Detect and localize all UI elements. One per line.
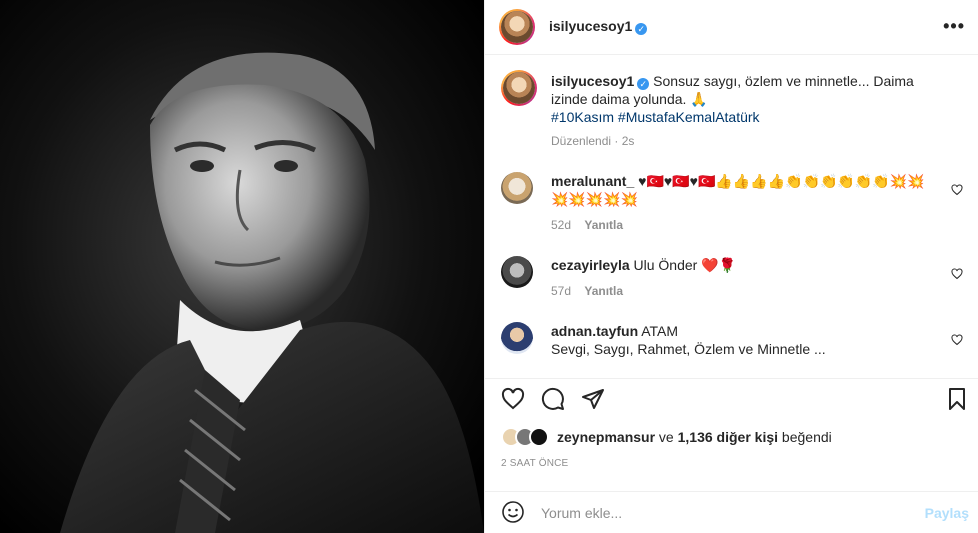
portrait-image [0,0,484,533]
comment-icon[interactable] [541,387,565,411]
comment-username[interactable]: cezayirleyla [551,257,630,273]
post-actions: zeynepmansur ve 1,136 diğer kişi beğendi… [485,378,978,478]
like-comment-heart-icon[interactable] [951,184,963,196]
commenter-avatar[interactable] [501,256,533,288]
likes-suffix: beğendi [778,429,832,445]
caption-avatar[interactable] [501,70,537,106]
reply-button[interactable]: Yanıtla [584,284,623,298]
comment-text-line2: Sevgi, Saygı, Rahmet, Özlem ve Minnetle … [551,341,826,357]
comment-input[interactable] [541,502,901,524]
emoji-icon[interactable] [501,500,525,524]
share-icon[interactable] [581,387,605,411]
likes-summary: zeynepmansur ve 1,136 diğer kişi beğendi [501,427,832,447]
liker-avatars[interactable] [501,427,551,447]
post-side-panel: isilyucesoy1 ✓ ••• isilyucesoy1 ✓ Sonsuz s… [484,0,978,533]
comment-age: 57d [551,284,572,298]
verified-badge-icon: ✓ [637,78,650,90]
liker-username[interactable]: zeynepmansur [557,429,655,445]
comment-text: Ulu Önder ❤️🌹 [633,257,737,273]
like-comment-heart-icon[interactable] [951,268,963,280]
commenter-avatar[interactable] [501,172,533,204]
reply-button[interactable]: Yanıtla [584,218,623,232]
caption-hashtags[interactable]: #10Kasım #MustafaKemalAtatürk [551,109,760,125]
comments-list: isilyucesoy1 ✓ Sonsuz saygı, özlem ve min… [485,56,978,378]
post-header: isilyucesoy1 ✓ ••• [485,0,978,55]
comment-username[interactable]: meralunant_ [551,173,634,189]
like-comment-heart-icon[interactable] [951,334,963,346]
comment-username[interactable]: adnan.tayfun [551,323,638,339]
more-options-icon[interactable]: ••• [943,16,965,37]
post-comment-button[interactable]: Paylaş [925,505,969,521]
heart-icon[interactable] [501,387,525,411]
likes-others[interactable]: 1,136 diğer kişi [678,429,778,445]
caption-edited: Düzenlendi · 2s [551,134,635,148]
post-photo[interactable] [0,0,484,533]
author-avatar[interactable] [499,9,535,45]
commenter-avatar[interactable] [501,322,533,354]
caption-username[interactable]: isilyucesoy1 [551,73,634,89]
likes-connector: ve [655,429,678,445]
post-timestamp[interactable]: 2 SAAT ÖNCE [501,458,568,469]
bookmark-icon[interactable] [945,387,969,411]
add-comment-bar: Paylaş [485,491,978,533]
verified-badge-icon: ✓ [635,23,648,35]
comment-text: ATAM [641,323,679,339]
comment-age: 52d [551,218,572,232]
author-username[interactable]: isilyucesoy1 [549,18,632,34]
